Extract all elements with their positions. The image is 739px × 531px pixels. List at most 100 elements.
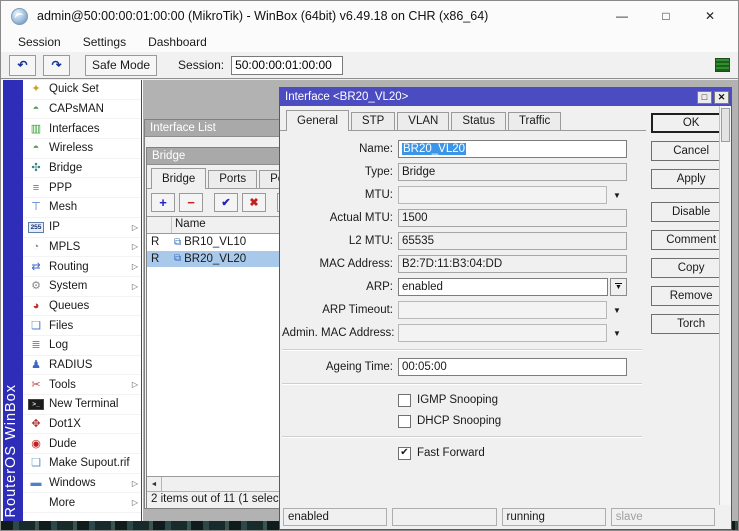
sidebar: ✦ Quick Set ◓ CAPsMAN ▥ Interfaces ◓ Wir…: [23, 80, 142, 521]
tab-status[interactable]: Status: [451, 112, 506, 130]
sidebar-item-files[interactable]: ❏ Files: [23, 316, 141, 336]
tab-stp[interactable]: STP: [351, 112, 395, 130]
sidebar-item-label: More: [49, 497, 75, 509]
bridge-window-title: Bridge: [152, 150, 185, 162]
sidebar-item-system[interactable]: ⚙ System ▷: [23, 277, 141, 297]
arp-timeout-label: ARP Timeout:: [282, 304, 398, 316]
network-card-icon: ▥: [28, 123, 44, 135]
submenu-arrow-icon: ▷: [132, 223, 138, 232]
sidebar-item-label: Make Supout.rif: [49, 457, 130, 469]
mdi-area: Interface List Bridge Bridge Ports Port …: [143, 80, 738, 530]
sidebar-item-label: System: [49, 280, 87, 292]
sidebar-item-wireless[interactable]: ◓ Wireless: [23, 139, 141, 159]
brand-text: RouterOS WinBox: [3, 384, 23, 517]
maximize-button[interactable]: □: [644, 3, 688, 29]
sidebar-item-windows[interactable]: ▬ Windows ▷: [23, 474, 141, 494]
sidebar-item-mesh[interactable]: ⊤ Mesh: [23, 198, 141, 218]
sidebar-item-bridge[interactable]: ✣ Bridge: [23, 159, 141, 179]
session-input[interactable]: [231, 56, 343, 75]
fast-forward-checkbox[interactable]: ✔: [398, 447, 411, 460]
name-input[interactable]: BR20_VL20: [398, 140, 627, 158]
dialog-close-button[interactable]: ✕: [714, 91, 729, 104]
dhcp-snooping-checkbox[interactable]: [398, 415, 411, 428]
sidebar-item-new-terminal[interactable]: >_ New Terminal: [23, 395, 141, 415]
dialog-vertical-scrollbar[interactable]: [719, 106, 731, 505]
tab-traffic[interactable]: Traffic: [508, 112, 561, 130]
scroll-left-icon[interactable]: ◄: [147, 477, 162, 491]
submenu-arrow-icon: ▷: [132, 242, 138, 251]
arp-dropdown-button[interactable]: ▼: [610, 278, 627, 296]
dot1x-cross-icon: ✥: [28, 418, 44, 430]
menu-settings[interactable]: Settings: [74, 33, 135, 51]
sidebar-item-mpls[interactable]: ◔ MPLS ▷: [23, 238, 141, 258]
sidebar-item-label: PPP: [49, 182, 72, 194]
sidebar-item-routing[interactable]: ⇄ Routing ▷: [23, 257, 141, 277]
sidebar-item-dot1x[interactable]: ✥ Dot1X: [23, 415, 141, 435]
sidebar-item-radius[interactable]: ♟ RADIUS: [23, 356, 141, 376]
undo-button[interactable]: ↶: [9, 55, 36, 76]
dialog-titlebar[interactable]: Interface <BR20_VL20> □ ✕: [280, 88, 731, 106]
minimize-button[interactable]: —: [600, 3, 644, 29]
sidebar-item-dude[interactable]: ◉ Dude: [23, 434, 141, 454]
mac-address-label: MAC Address:: [282, 258, 398, 270]
admin-mac-input[interactable]: [398, 324, 607, 342]
menu-dashboard[interactable]: Dashboard: [139, 33, 216, 51]
antenna-icon: ◓: [28, 103, 44, 115]
brand-strip: RouterOS WinBox: [3, 80, 23, 521]
sidebar-item-quick-set[interactable]: ✦ Quick Set: [23, 80, 141, 100]
type-value: Bridge: [398, 163, 627, 181]
tab-ports[interactable]: Ports: [208, 170, 257, 188]
sidebar-item-label: Files: [49, 320, 73, 332]
actual-mtu-label: Actual MTU:: [282, 212, 398, 224]
sidebar-item-label: Interfaces: [49, 123, 100, 135]
session-label: Session:: [178, 58, 224, 72]
remove-button[interactable]: −: [179, 193, 203, 212]
menu-session[interactable]: Session: [9, 33, 70, 51]
tab-vlan[interactable]: VLAN: [397, 112, 449, 130]
column-name[interactable]: Name: [172, 217, 280, 233]
sidebar-item-ip[interactable]: 255 IP ▷: [23, 218, 141, 238]
enable-button[interactable]: ✔: [214, 193, 238, 212]
column-flag[interactable]: [147, 217, 172, 233]
separator: [282, 383, 642, 385]
scrollbar-thumb[interactable]: [721, 108, 730, 142]
dialog-maximize-button[interactable]: □: [697, 91, 712, 104]
user-key-icon: ♟: [28, 359, 44, 371]
arp-select[interactable]: enabled: [398, 278, 608, 296]
dialog-statusbar: enabled running slave: [280, 505, 731, 529]
redo-button[interactable]: ↷: [43, 55, 70, 76]
sidebar-item-label: Dude: [49, 438, 77, 450]
name-selected-text: BR20_VL20: [402, 143, 466, 155]
sidebar-item-capsman[interactable]: ◓ CAPsMAN: [23, 100, 141, 120]
ageing-time-input[interactable]: 00:05:00: [398, 358, 627, 376]
sidebar-item-label: Quick Set: [49, 83, 99, 95]
sidebar-item-log[interactable]: ≣ Log: [23, 336, 141, 356]
sidebar-item-interfaces[interactable]: ▥ Interfaces: [23, 119, 141, 139]
submenu-arrow-icon: ▷: [132, 380, 138, 389]
sidebar-item-queues[interactable]: ◕ Queues: [23, 297, 141, 317]
status-enabled: enabled: [283, 508, 387, 526]
admin-mac-dropdown-icon[interactable]: ▼: [607, 329, 627, 338]
tab-general[interactable]: General: [286, 110, 349, 131]
sidebar-item-ppp[interactable]: ≡ PPP: [23, 178, 141, 198]
close-button[interactable]: ✕: [688, 3, 732, 29]
sidebar-item-tools[interactable]: ✂ Tools ▷: [23, 375, 141, 395]
submenu-arrow-icon: ▷: [132, 479, 138, 488]
sidebar-item-label: Dot1X: [49, 418, 81, 430]
mtu-dropdown-icon[interactable]: ▼: [607, 191, 627, 200]
mtu-input[interactable]: [398, 186, 607, 204]
arp-timeout-dropdown-icon[interactable]: ▼: [607, 306, 627, 315]
sidebar-item-make-supout-rif[interactable]: ❏ Make Supout.rif: [23, 454, 141, 474]
queues-pie-icon: ◕: [28, 300, 44, 312]
sidebar-item-more[interactable]: More ▷: [23, 493, 141, 513]
dude-swirl-icon: ◉: [28, 438, 44, 450]
log-lines-icon: ≣: [28, 339, 44, 351]
antenna-icon: ◓: [28, 142, 44, 154]
work-area: RouterOS WinBox ✦ Quick Set ◓ CAPsMAN ▥ …: [1, 80, 738, 530]
safe-mode-button[interactable]: Safe Mode: [85, 55, 157, 76]
disable-button[interactable]: ✖: [242, 193, 266, 212]
add-button[interactable]: +: [151, 193, 175, 212]
igmp-snooping-checkbox[interactable]: [398, 394, 411, 407]
tab-bridge[interactable]: Bridge: [151, 168, 206, 189]
arp-timeout-input[interactable]: [398, 301, 607, 319]
